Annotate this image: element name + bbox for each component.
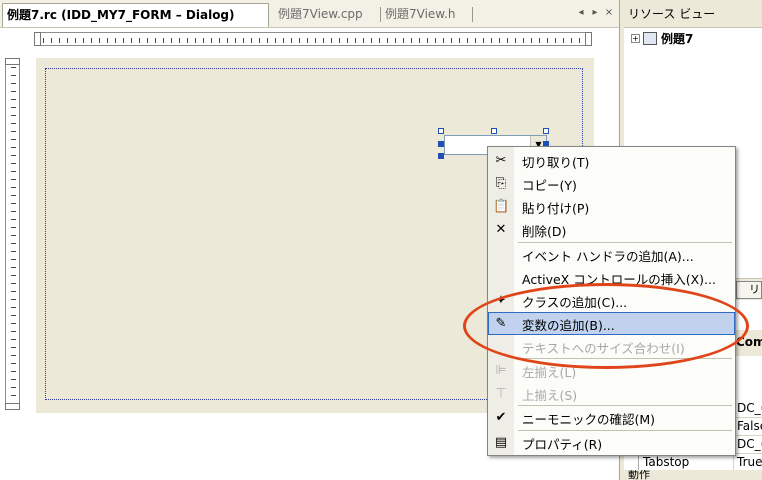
- vertical-ruler[interactable]: [5, 58, 20, 410]
- property-value[interactable]: DC_(: [733, 400, 762, 417]
- tab-view-cpp[interactable]: 例題7View.cpp: [274, 3, 367, 27]
- copy-icon: ⎘: [495, 176, 507, 191]
- tab-prev-icon[interactable]: ◂: [575, 5, 587, 21]
- properties-icon: ▤: [494, 435, 508, 450]
- property-key: Tabstop: [643, 455, 690, 469]
- menu-item-align-left[interactable]: ⊫ 左揃え(L): [488, 359, 735, 382]
- add-variable-icon: ✎: [495, 316, 507, 331]
- menu-item-size-to-content[interactable]: テキストへのサイズ合わせ(I): [488, 335, 735, 358]
- menu-item-label: ActiveX コントロールの挿入(X)...: [522, 272, 716, 287]
- menu-item-insert-activex[interactable]: ActiveX コントロールの挿入(X)...: [488, 266, 735, 289]
- menu-item-add-variable[interactable]: ✎ 変数の追加(B)...: [488, 312, 735, 335]
- tab-next-icon[interactable]: ▸: [589, 5, 601, 21]
- tree-root-label[interactable]: 例題7: [661, 30, 693, 47]
- horizontal-ruler[interactable]: [34, 32, 592, 46]
- menu-item-check-mnemonics[interactable]: ✔ ニーモニックの確認(M): [488, 406, 735, 429]
- menu-item-label: 削除(D): [522, 224, 567, 239]
- tab-separator: [472, 7, 473, 22]
- resize-handle[interactable]: [438, 141, 444, 147]
- resize-handle[interactable]: [543, 128, 549, 134]
- check-mnemonic-icon: ✔: [495, 410, 507, 425]
- property-value[interactable]: True: [733, 454, 762, 471]
- tab-close-icon[interactable]: ×: [603, 5, 615, 21]
- menu-item-label: 左揃え(L): [522, 365, 577, 380]
- menu-item-label: 上揃え(S): [522, 388, 578, 403]
- resize-handle[interactable]: [438, 153, 444, 159]
- ruler-stop[interactable]: [34, 32, 41, 46]
- menu-item-align-top[interactable]: ⊤ 上揃え(S): [488, 382, 735, 405]
- resize-handle[interactable]: [438, 128, 444, 134]
- property-value[interactable]: False: [733, 418, 762, 435]
- ruler-stop[interactable]: [585, 32, 592, 46]
- project-icon: [643, 32, 657, 45]
- align-top-icon: ⊤: [495, 386, 507, 401]
- menu-item-delete[interactable]: ✕ 削除(D): [488, 218, 735, 241]
- menu-item-properties[interactable]: ▤ プロパティ(R): [488, 431, 735, 454]
- tab-view-h[interactable]: 例題7View.h: [381, 3, 459, 27]
- context-menu: ✂ 切り取り(T) ⎘ コピー(Y) 📋 貼り付け(P) ✕ 削除(D) イベン…: [487, 146, 736, 456]
- menu-item-label: テキストへのサイズ合わせ(I): [522, 341, 685, 356]
- menu-item-label: イベント ハンドラの追加(A)...: [522, 249, 694, 264]
- menu-item-label: 貼り付け(P): [522, 201, 590, 216]
- align-left-icon: ⊫: [495, 363, 507, 378]
- paste-icon: 📋: [493, 199, 510, 214]
- ruler-stop[interactable]: [5, 403, 20, 410]
- resource-view-tab-button[interactable]: リ: [736, 281, 762, 299]
- menu-item-add-event-handler[interactable]: イベント ハンドラの追加(A)...: [488, 243, 735, 266]
- add-class-icon: ✦: [495, 293, 507, 308]
- ruler-stop[interactable]: [5, 58, 20, 65]
- tab-dialog-rc[interactable]: 例題7.rc (IDD_MY7_FORM – Dialog): [2, 3, 269, 27]
- resize-handle[interactable]: [491, 128, 497, 134]
- menu-item-paste[interactable]: 📋 貼り付け(P): [488, 195, 735, 218]
- property-category[interactable]: 動作: [624, 470, 762, 480]
- menu-item-cut[interactable]: ✂ 切り取り(T): [488, 149, 735, 172]
- menu-item-add-class[interactable]: ✦ クラスの追加(C)...: [488, 289, 735, 312]
- tree-expand-icon[interactable]: +: [631, 34, 640, 43]
- menu-item-copy[interactable]: ⎘ コピー(Y): [488, 172, 735, 195]
- property-value[interactable]: DC_(: [733, 436, 762, 453]
- menu-item-label: ニーモニックの確認(M): [522, 412, 656, 427]
- menu-item-label: 変数の追加(B)...: [522, 318, 615, 333]
- resource-view-title: リソース ビュー: [624, 0, 762, 28]
- menu-item-label: コピー(Y): [522, 178, 577, 193]
- menu-item-label: クラスの追加(C)...: [522, 295, 628, 310]
- editor-tab-strip: 例題7.rc (IDD_MY7_FORM – Dialog) 例題7View.c…: [0, 0, 619, 28]
- menu-item-label: 切り取り(T): [522, 155, 590, 170]
- properties-object-name[interactable]: Com: [736, 335, 762, 349]
- delete-icon: ✕: [495, 222, 507, 237]
- scissors-icon: ✂: [495, 153, 507, 168]
- menu-item-label: プロパティ(R): [522, 437, 603, 452]
